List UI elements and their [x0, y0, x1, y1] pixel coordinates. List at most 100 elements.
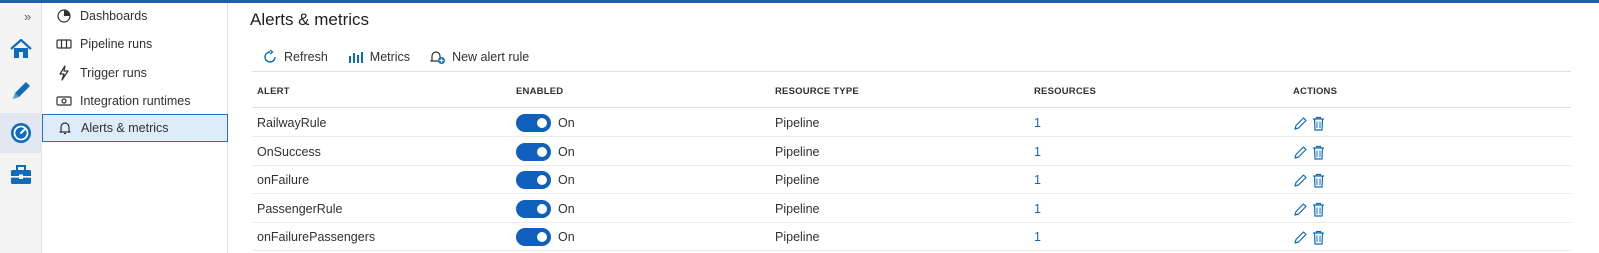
actions-cell — [1293, 223, 1329, 251]
enabled-cell: On — [516, 166, 575, 194]
toolbox-icon — [11, 165, 31, 184]
refresh-label: Refresh — [284, 50, 328, 64]
delete-button[interactable] — [1312, 145, 1325, 160]
dashboard-icon — [56, 8, 72, 24]
subnav-item-dashboards[interactable]: Dashboards — [42, 2, 228, 30]
toolbar-divider — [252, 71, 1571, 72]
table-row: RailwayRule On Pipeline 1 — [252, 109, 1571, 137]
resource-type: Pipeline — [775, 230, 820, 244]
subnav-item-label: Pipeline runs — [80, 37, 153, 51]
refresh-button[interactable]: Refresh — [262, 49, 328, 65]
subnav-item-trigger-runs[interactable]: Trigger runs — [42, 59, 228, 87]
subnav-item-label: Integration runtimes — [80, 94, 191, 108]
enabled-cell: On — [516, 195, 575, 223]
column-header-resources: RESOURCES — [1034, 86, 1096, 97]
resource-type: Pipeline — [775, 116, 820, 130]
resources-link[interactable]: 1 — [1034, 223, 1041, 251]
trash-icon — [1313, 230, 1324, 245]
delete-button[interactable] — [1312, 230, 1325, 245]
enabled-label: On — [558, 202, 575, 216]
new-alert-rule-label: New alert rule — [452, 50, 530, 64]
column-header-resource-type: RESOURCE TYPE — [775, 86, 859, 97]
enabled-toggle[interactable] — [516, 171, 551, 189]
delete-button[interactable] — [1312, 116, 1325, 131]
expand-rail-icon[interactable]: » — [24, 9, 31, 24]
table-row: OnSuccess On Pipeline 1 — [252, 138, 1571, 166]
trash-icon — [1313, 145, 1324, 160]
delete-button[interactable] — [1312, 173, 1325, 188]
edit-pencil-icon — [1294, 116, 1307, 130]
integration-runtime-icon — [56, 93, 72, 109]
resources-link[interactable]: 1 — [1034, 166, 1041, 194]
edit-pencil-icon — [1294, 173, 1307, 187]
enabled-label: On — [558, 116, 575, 130]
actions-cell — [1293, 195, 1329, 223]
rail-home-button[interactable] — [0, 29, 42, 69]
metrics-icon — [348, 52, 363, 63]
pencil-icon — [13, 82, 30, 99]
column-header-enabled: ENABLED — [516, 86, 564, 97]
enabled-label: On — [558, 173, 575, 187]
left-icon-rail: » — [0, 3, 42, 253]
enabled-label: On — [558, 145, 575, 159]
metrics-button[interactable]: Metrics — [348, 50, 410, 64]
resources-link[interactable]: 1 — [1034, 138, 1041, 166]
bell-icon — [57, 120, 73, 136]
gauge-icon — [11, 123, 31, 143]
table-row: PassengerRule On Pipeline 1 — [252, 195, 1571, 223]
edit-button[interactable] — [1293, 230, 1308, 245]
actions-cell — [1293, 138, 1329, 166]
enabled-cell: On — [516, 109, 575, 137]
subnav-item-alerts-metrics[interactable]: Alerts & metrics — [42, 114, 228, 142]
trash-icon — [1313, 116, 1324, 131]
resources-link[interactable]: 1 — [1034, 195, 1041, 223]
trash-icon — [1313, 202, 1324, 217]
rail-author-button[interactable] — [0, 71, 42, 111]
resource-type: Pipeline — [775, 145, 820, 159]
resource-type: Pipeline — [775, 173, 820, 187]
alert-name: OnSuccess — [257, 145, 321, 159]
table-header: ALERT ENABLED RESOURCE TYPE RESOURCES AC… — [252, 82, 1571, 108]
refresh-icon — [264, 49, 276, 63]
edit-pencil-icon — [1294, 145, 1307, 159]
new-alert-rule-button[interactable]: New alert rule — [430, 49, 529, 65]
enabled-cell: On — [516, 223, 575, 251]
subnav-item-label: Dashboards — [80, 9, 148, 23]
resource-type: Pipeline — [775, 202, 820, 216]
edit-pencil-icon — [1294, 230, 1307, 244]
edit-button[interactable] — [1293, 173, 1308, 188]
resources-link[interactable]: 1 — [1034, 109, 1041, 137]
trash-icon — [1313, 173, 1324, 188]
alert-name: RailwayRule — [257, 116, 327, 130]
edit-button[interactable] — [1293, 116, 1308, 131]
subnav-item-pipeline-runs[interactable]: Pipeline runs — [42, 30, 228, 58]
delete-button[interactable] — [1312, 202, 1325, 217]
monitor-subnav: Dashboards Pipeline runs Trigger runs In… — [42, 3, 228, 253]
alert-name: onFailure — [257, 173, 310, 187]
home-icon — [10, 38, 32, 58]
enabled-toggle[interactable] — [516, 200, 551, 218]
new-alert-bell-icon — [430, 51, 446, 64]
edit-pencil-icon — [1294, 202, 1307, 216]
column-header-actions: ACTIONS — [1293, 86, 1338, 97]
metrics-label: Metrics — [369, 50, 411, 64]
subnav-item-integration-runtimes[interactable]: Integration runtimes — [42, 87, 228, 115]
edit-button[interactable] — [1293, 145, 1308, 160]
pipeline-runs-icon — [56, 36, 72, 52]
column-header-alert: ALERT — [257, 86, 290, 97]
enabled-toggle[interactable] — [516, 143, 551, 161]
enabled-cell: On — [516, 138, 575, 166]
actions-cell — [1293, 166, 1329, 194]
main-content: Alerts & metrics Refresh Metrics New ale… — [228, 3, 1599, 253]
edit-button[interactable] — [1293, 202, 1308, 217]
actions-cell — [1293, 109, 1329, 137]
alert-name: PassengerRule — [257, 202, 343, 216]
table-row: onFailurePassengers On Pipeline 1 — [252, 223, 1571, 251]
enabled-label: On — [558, 230, 575, 244]
rail-manage-button[interactable] — [0, 155, 42, 195]
enabled-toggle[interactable] — [516, 114, 551, 132]
subnav-item-label: Trigger runs — [80, 66, 147, 80]
trigger-icon — [56, 65, 72, 81]
enabled-toggle[interactable] — [516, 228, 551, 246]
rail-monitor-button[interactable] — [0, 113, 42, 153]
